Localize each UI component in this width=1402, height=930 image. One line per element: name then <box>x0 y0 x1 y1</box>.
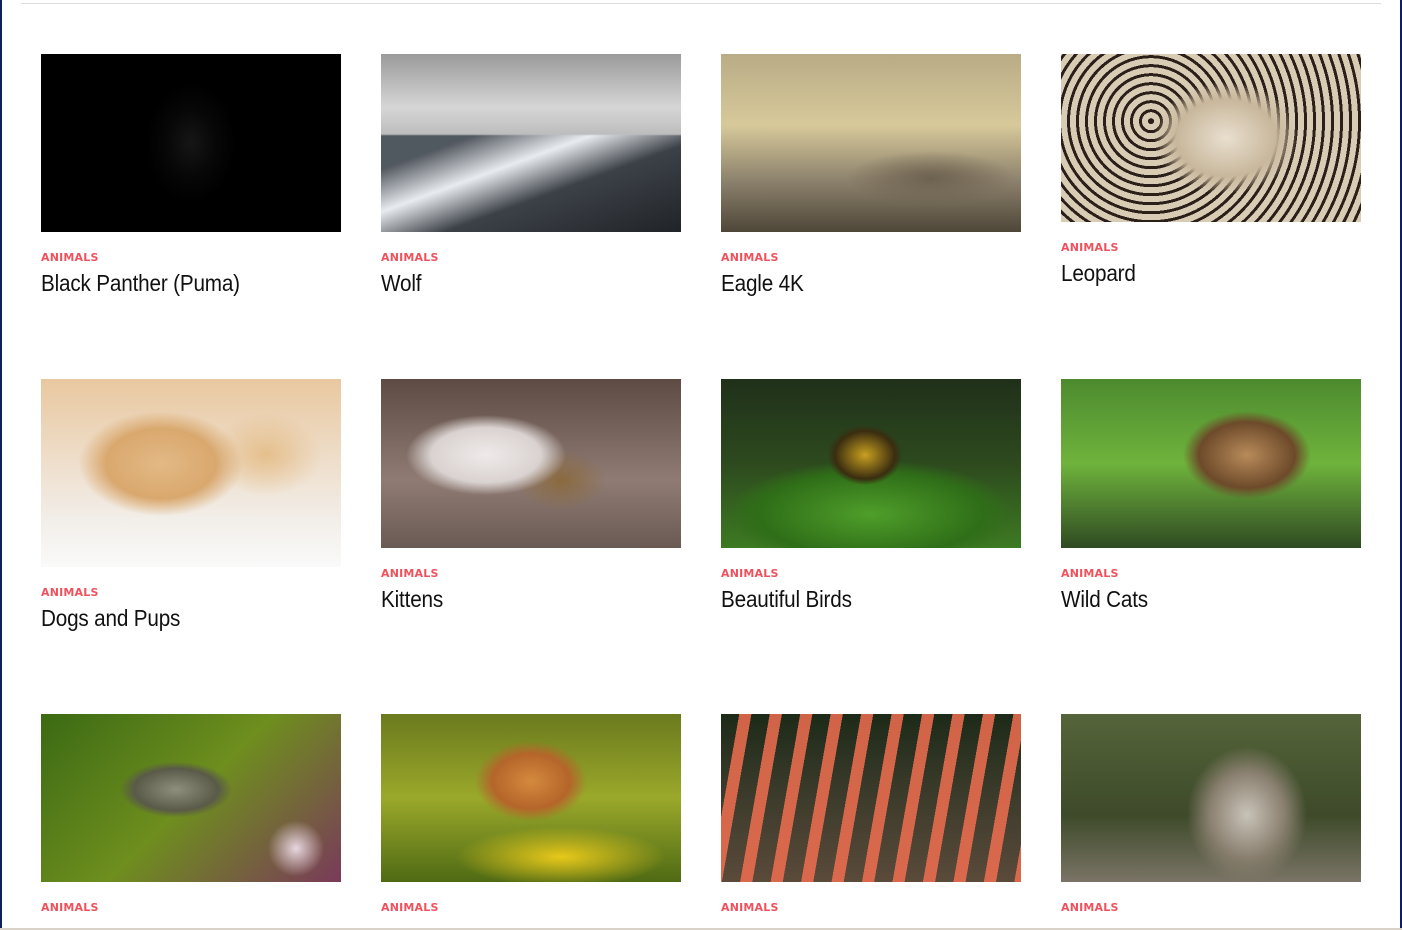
category-link[interactable]: ANIMALS <box>721 567 1021 580</box>
post-card: ANIMALS Kittens <box>381 379 681 613</box>
category-link[interactable]: ANIMALS <box>1061 241 1361 254</box>
leopard-image[interactable] <box>1061 54 1361 222</box>
post-card: ANIMALS Wild Cats <box>1061 379 1361 613</box>
wolf-mountain-image[interactable] <box>381 54 681 232</box>
category-link[interactable]: ANIMALS <box>381 251 681 264</box>
post-card: ANIMALS <box>41 714 341 914</box>
post-card: ANIMALS <box>381 714 681 914</box>
post-card: ANIMALS Beautiful Birds <box>721 379 1021 613</box>
window-border-left <box>0 0 2 930</box>
eagle-image[interactable] <box>721 54 1021 232</box>
post-title[interactable]: Dogs and Pups <box>41 605 311 632</box>
category-link[interactable]: ANIMALS <box>381 567 681 580</box>
black-panther-image[interactable] <box>41 54 341 232</box>
post-title[interactable]: Kittens <box>381 586 651 613</box>
post-card: ANIMALS Eagle 4K <box>721 54 1021 297</box>
post-card: ANIMALS Dogs and Pups <box>41 379 341 632</box>
section-divider <box>21 3 1381 4</box>
post-card: ANIMALS <box>721 714 1021 914</box>
wild-cat-image[interactable] <box>1061 379 1361 548</box>
puppies-image[interactable] <box>41 379 341 567</box>
category-link[interactable]: ANIMALS <box>41 251 341 264</box>
post-title[interactable]: Black Panther (Puma) <box>41 270 311 297</box>
category-link[interactable]: ANIMALS <box>1061 901 1361 914</box>
category-link[interactable]: ANIMALS <box>41 901 341 914</box>
post-title[interactable]: Beautiful Birds <box>721 586 991 613</box>
category-link[interactable]: ANIMALS <box>381 901 681 914</box>
category-link[interactable]: ANIMALS <box>721 901 1021 914</box>
kitten-image[interactable] <box>381 379 681 548</box>
post-title[interactable]: Wild Cats <box>1061 586 1331 613</box>
post-title[interactable]: Eagle 4K <box>721 270 991 297</box>
post-title[interactable]: Wolf <box>381 270 651 297</box>
post-card: ANIMALS <box>1061 714 1361 914</box>
post-card: ANIMALS Leopard <box>1061 54 1361 287</box>
category-link[interactable]: ANIMALS <box>1061 567 1361 580</box>
birds-image[interactable] <box>721 379 1021 548</box>
category-link[interactable]: ANIMALS <box>41 586 341 599</box>
shiba-image[interactable] <box>381 714 681 882</box>
post-title[interactable]: Leopard <box>1061 260 1331 287</box>
post-card: ANIMALS Wolf <box>381 54 681 297</box>
flamingos-image[interactable] <box>721 714 1021 882</box>
post-card: ANIMALS Black Panther (Puma) <box>41 54 341 297</box>
category-link[interactable]: ANIMALS <box>721 251 1021 264</box>
gray-wolf-image[interactable] <box>1061 714 1361 882</box>
hummingbird-image[interactable] <box>41 714 341 882</box>
